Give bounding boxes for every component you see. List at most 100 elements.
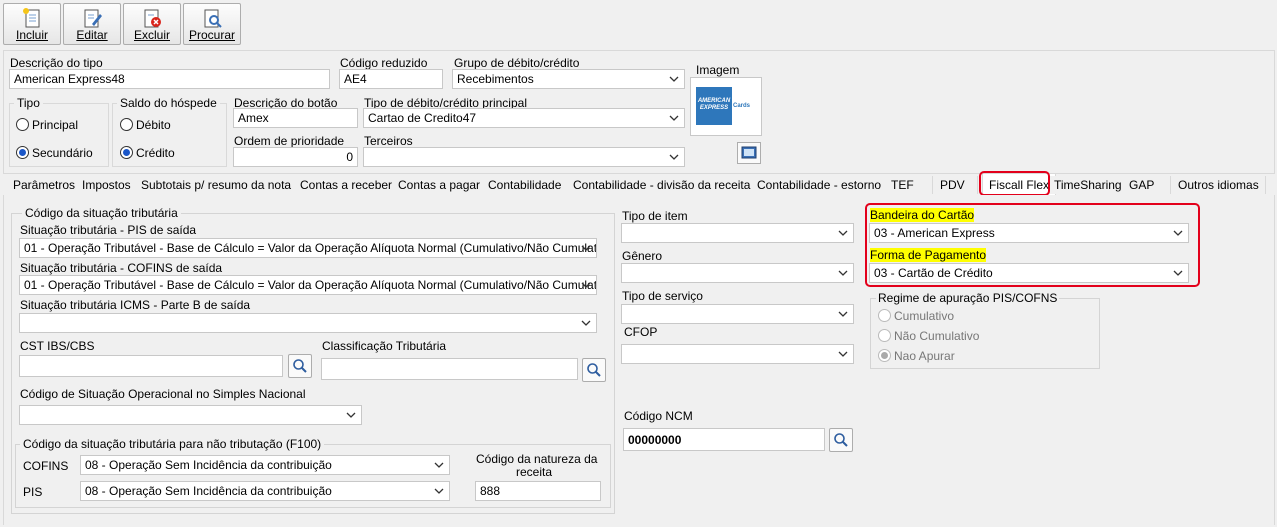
saldo-credito-label: Crédito bbox=[136, 146, 175, 160]
nt-pis-label: PIS bbox=[23, 485, 43, 499]
icms-label: Situação tributária ICMS - Parte B de sa… bbox=[20, 298, 251, 312]
classificacao-search-button[interactable] bbox=[582, 358, 606, 382]
tipo-servico-label: Tipo de serviço bbox=[622, 289, 703, 303]
chevron-down-icon bbox=[581, 245, 591, 251]
forma-pagamento-select[interactable]: 03 - Cartão de Crédito bbox=[869, 263, 1189, 283]
cfop-label: CFOP bbox=[624, 325, 658, 339]
picture-icon bbox=[741, 146, 757, 159]
chevron-down-icon bbox=[434, 488, 444, 494]
regime-nao-apurar-radio[interactable] bbox=[878, 349, 891, 362]
tab-contas-pagar[interactable]: Contas a pagar bbox=[392, 176, 488, 194]
cofins-select[interactable]: 01 - Operação Tributável - Base de Cálcu… bbox=[19, 275, 597, 295]
situacao-tributaria-title: Código da situação tributária bbox=[22, 206, 181, 220]
natureza-label-line2: receita bbox=[516, 465, 553, 479]
natureza-label-line1: Código da natureza da bbox=[476, 452, 598, 466]
ordem-field[interactable]: 0 bbox=[233, 147, 358, 167]
tab-gap[interactable]: GAP bbox=[1123, 176, 1171, 194]
tipo-item-select[interactable] bbox=[621, 223, 854, 243]
cst-field[interactable] bbox=[19, 355, 283, 377]
descricao-label: Descrição do tipo bbox=[10, 56, 103, 70]
search-icon bbox=[293, 359, 307, 373]
chevron-down-icon bbox=[346, 412, 356, 418]
incluir-button[interactable]: Incluir bbox=[3, 3, 61, 45]
descricao-field[interactable]: American Express48 bbox=[9, 69, 330, 89]
chevron-down-icon bbox=[838, 351, 848, 357]
chevron-down-icon bbox=[434, 462, 444, 468]
procurar-button[interactable]: Procurar bbox=[183, 3, 241, 45]
tab-timesharing[interactable]: TimeSharing bbox=[1048, 176, 1129, 194]
classificacao-label: Classificação Tributária bbox=[322, 339, 447, 353]
pis-select[interactable]: 01 - Operação Tributável - Base de Cálcu… bbox=[19, 238, 597, 258]
saldo-group-title: Saldo do hóspede bbox=[117, 96, 220, 110]
image-browse-button[interactable] bbox=[737, 142, 761, 164]
tipo-secundario-radio[interactable] bbox=[16, 146, 29, 159]
search-icon bbox=[834, 433, 848, 447]
tipo-principal-radio[interactable] bbox=[16, 118, 29, 131]
cfop-select[interactable] bbox=[621, 344, 854, 364]
search-document-icon bbox=[204, 9, 222, 28]
regime-nao-cumulativo-label: Não Cumulativo bbox=[894, 329, 980, 343]
terceiros-select[interactable] bbox=[363, 147, 685, 167]
classificacao-field[interactable] bbox=[321, 358, 578, 380]
nt-pis-select[interactable]: 08 - Operação Sem Incidência da contribu… bbox=[80, 481, 450, 501]
image-frame[interactable]: AMERICAN EXPRESS Cards bbox=[690, 77, 762, 136]
tab-contas-receber[interactable]: Contas a receber bbox=[294, 176, 400, 194]
search-icon bbox=[587, 363, 601, 377]
descricao-botao-field[interactable]: Amex bbox=[233, 108, 358, 128]
cofins-value: 01 - Operação Tributável - Base de Cálcu… bbox=[24, 278, 597, 292]
procurar-label: Procurar bbox=[188, 28, 235, 42]
fiscall-flex-annotation bbox=[979, 171, 1050, 196]
chevron-down-icon bbox=[838, 230, 848, 236]
ncm-search-button[interactable] bbox=[829, 428, 853, 452]
ncm-field[interactable]: 00000000 bbox=[623, 428, 825, 451]
tipo-secundario-label: Secundário bbox=[32, 146, 93, 160]
tab-impostos[interactable]: Impostos bbox=[76, 176, 138, 194]
tipo-principal-dc-value: Cartao de Credito47 bbox=[368, 111, 477, 125]
chevron-down-icon bbox=[669, 115, 679, 121]
cst-label: CST IBS/CBS bbox=[20, 339, 95, 353]
icms-select[interactable] bbox=[19, 313, 597, 333]
bandeira-select[interactable]: 03 - American Express bbox=[869, 223, 1189, 243]
grupo-select[interactable]: Recebimentos bbox=[452, 69, 685, 89]
cofins-label: Situação tributária - COFINS de saída bbox=[20, 261, 223, 275]
editar-button[interactable]: Editar bbox=[63, 3, 121, 45]
saldo-debito-radio[interactable] bbox=[120, 118, 133, 131]
natureza-field[interactable]: 888 bbox=[475, 481, 601, 501]
saldo-debito-label: Débito bbox=[136, 118, 171, 132]
regime-cumulativo-label: Cumulativo bbox=[894, 309, 955, 323]
nt-cofins-value: 08 - Operação Sem Incidência da contribu… bbox=[85, 458, 332, 472]
grupo-value: Recebimentos bbox=[457, 72, 534, 86]
saldo-credito-radio[interactable] bbox=[120, 146, 133, 159]
tab-parametros[interactable]: Parâmetros bbox=[7, 176, 83, 194]
chevron-down-icon bbox=[838, 311, 848, 317]
cst-search-button[interactable] bbox=[288, 354, 312, 378]
tab-tef[interactable]: TEF bbox=[885, 176, 933, 194]
codigo-reduzido-field[interactable]: AE4 bbox=[339, 69, 443, 89]
tab-contabilidade[interactable]: Contabilidade bbox=[482, 176, 569, 194]
delete-document-icon bbox=[144, 9, 161, 28]
tipo-principal-dc-select[interactable]: Cartao de Credito47 bbox=[363, 108, 685, 128]
regime-nao-apurar-label: Nao Apurar bbox=[894, 349, 955, 363]
regime-nao-cumulativo-radio[interactable] bbox=[878, 329, 891, 342]
tab-pdv[interactable]: PDV bbox=[934, 176, 978, 194]
tab-subtotais[interactable]: Subtotais p/ resumo da nota bbox=[135, 176, 299, 194]
tipo-principal-label: Principal bbox=[32, 118, 79, 132]
genero-label: Gênero bbox=[622, 249, 663, 263]
tab-contabilidade-divisao[interactable]: Contabilidade - divisão da receita bbox=[567, 176, 758, 194]
amex-logo-text: AMERICAN EXPRESS bbox=[697, 98, 731, 111]
genero-select[interactable] bbox=[621, 263, 854, 283]
excluir-button[interactable]: Excluir bbox=[123, 3, 181, 45]
tipo-servico-select[interactable] bbox=[621, 304, 854, 324]
regime-cumulativo-radio[interactable] bbox=[878, 309, 891, 322]
nt-pis-value: 08 - Operação Sem Incidência da contribu… bbox=[85, 484, 332, 498]
new-document-icon bbox=[23, 8, 40, 28]
excluir-label: Excluir bbox=[133, 28, 170, 42]
tab-outros-idiomas[interactable]: Outros idiomas bbox=[1172, 176, 1266, 194]
nt-cofins-select[interactable]: 08 - Operação Sem Incidência da contribu… bbox=[80, 455, 450, 475]
ordem-label: Ordem de prioridade bbox=[234, 134, 345, 148]
edit-document-icon bbox=[84, 9, 102, 28]
bandeira-value: 03 - American Express bbox=[874, 226, 995, 240]
simples-select[interactable] bbox=[19, 405, 362, 425]
tab-contabilidade-estorno[interactable]: Contabilidade - estorno bbox=[751, 176, 889, 194]
nao-tributacao-title: Código da situação tributária para não t… bbox=[20, 437, 325, 451]
